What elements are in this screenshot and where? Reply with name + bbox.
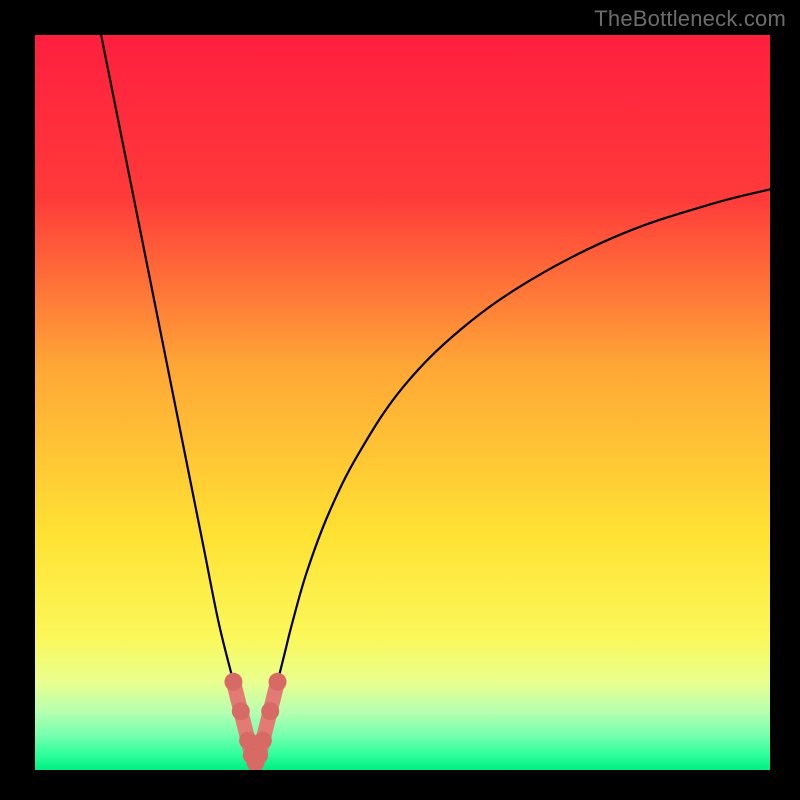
plot-area <box>35 35 770 770</box>
curve-layer <box>35 35 770 770</box>
minimum-dot <box>254 732 272 750</box>
minimum-dot <box>269 673 287 691</box>
minimum-dot <box>224 673 242 691</box>
minimum-dot <box>261 702 279 720</box>
watermark-text: TheBottleneck.com <box>594 6 786 32</box>
chart-frame: TheBottleneck.com <box>0 0 800 800</box>
minimum-dot <box>232 702 250 720</box>
bottleneck-curve <box>101 35 770 763</box>
bottleneck-minimum-dots <box>224 673 286 770</box>
